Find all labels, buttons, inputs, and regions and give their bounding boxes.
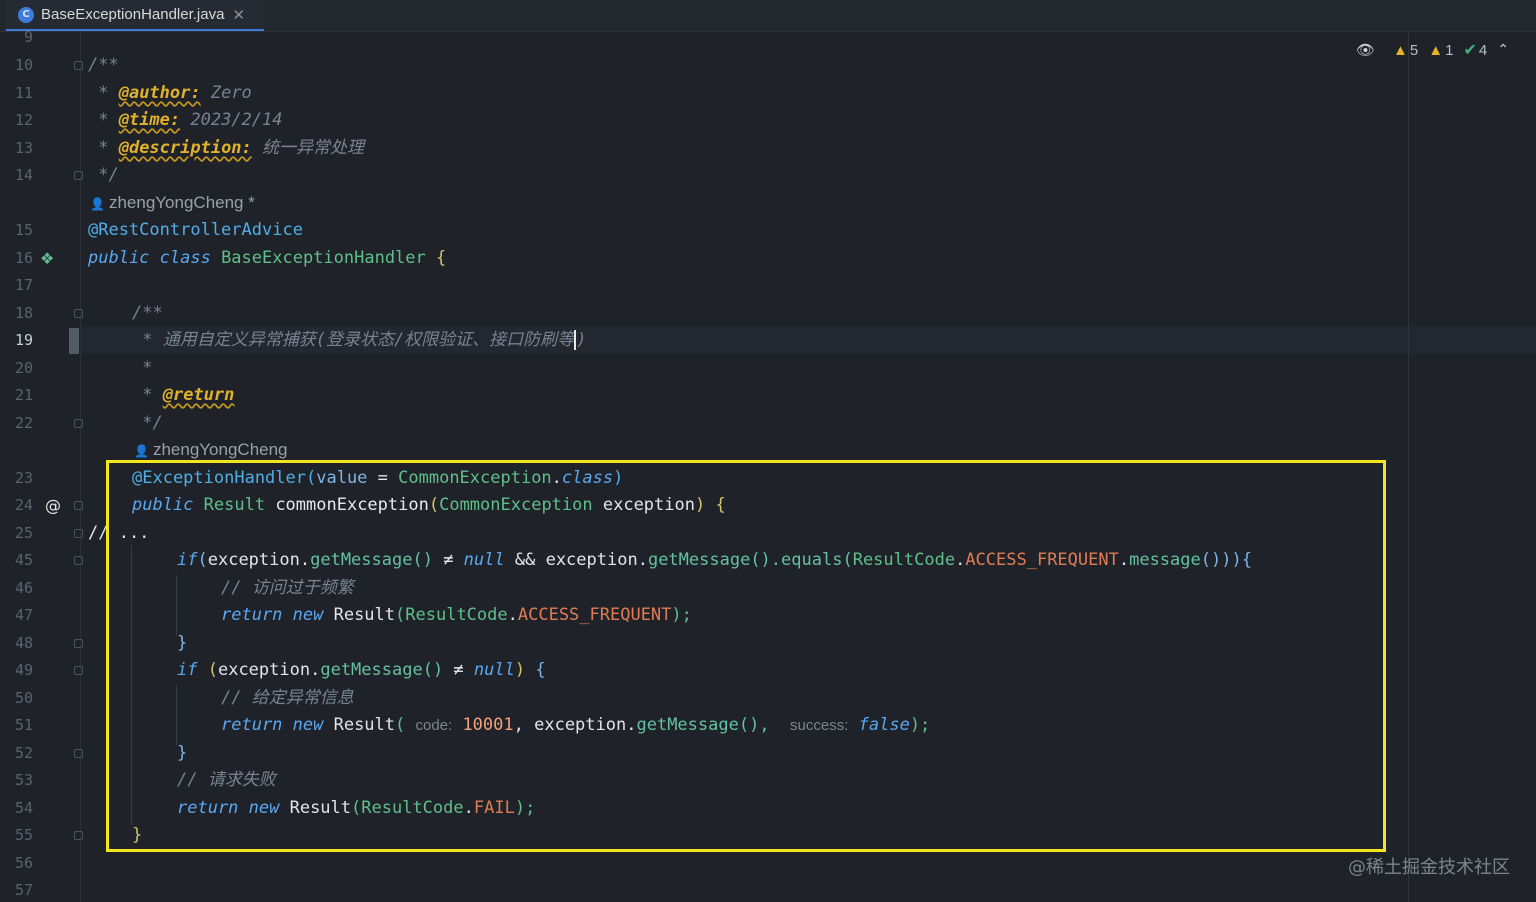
line-number: 15 — [14, 221, 33, 239]
line-number: 48 — [14, 634, 33, 652]
line-number: 55 — [14, 826, 33, 844]
line-number: 10 — [14, 56, 33, 74]
line-number: 50 — [14, 689, 33, 707]
line-number: 17 — [14, 276, 33, 294]
fold-marker-icon[interactable] — [74, 831, 83, 840]
line-number: 18 — [14, 304, 33, 322]
warning-icon: ▲ — [1393, 41, 1408, 59]
spring-bean-icon[interactable]: ❖ — [40, 249, 54, 268]
class-author-hint[interactable]: 👤 zhengYongCheng * — [90, 192, 255, 214]
fold-marker-icon[interactable] — [74, 419, 83, 428]
line-number: 12 — [14, 111, 33, 129]
code-line-12[interactable]: * @time: 2023/2/14 — [88, 108, 282, 132]
line-number: 25 — [14, 524, 33, 542]
fold-marker-icon[interactable] — [74, 61, 83, 70]
fold-marker-icon[interactable] — [74, 666, 83, 675]
line-number: 46 — [14, 579, 33, 597]
typos-counter[interactable]: ✔ 4 — [1463, 40, 1487, 60]
line-number: 21 — [14, 386, 33, 404]
line-number: 56 — [14, 854, 33, 872]
tab-base-exception-handler[interactable]: C BaseExceptionHandler.java ✕ — [6, 0, 264, 31]
fold-marker-icon[interactable] — [74, 171, 83, 180]
watermark: @稀土掘金技术社区 — [1348, 857, 1510, 878]
code-line-15[interactable]: @RestControllerAdvice — [88, 218, 303, 242]
method-author-hint[interactable]: 👤 zhengYongCheng — [134, 439, 288, 461]
fold-marker-icon[interactable] — [74, 556, 83, 565]
code-line-22[interactable]: */ — [132, 411, 162, 435]
reader-mode-icon[interactable]: 👁 — [1356, 41, 1375, 59]
java-class-icon: C — [18, 6, 34, 23]
code-line-10[interactable]: /** — [88, 53, 119, 77]
line-number: 57 — [14, 881, 33, 899]
line-number: 23 — [14, 469, 33, 487]
code-line-18[interactable]: /** — [132, 301, 163, 325]
fold-marker-icon[interactable] — [74, 309, 83, 318]
close-icon[interactable]: ✕ — [232, 6, 245, 24]
line-number: 53 — [14, 771, 33, 789]
line-number: 11 — [14, 84, 33, 102]
fold-marker-icon[interactable] — [74, 501, 83, 510]
chevron-up-icon[interactable]: ⌃ — [1497, 42, 1509, 58]
line-number: 9 — [23, 28, 33, 46]
tab-title: BaseExceptionHandler.java — [41, 6, 225, 23]
line-number: 52 — [14, 744, 33, 762]
line-number: 16 — [14, 249, 33, 267]
line-number: 54 — [14, 799, 33, 817]
code-line-11[interactable]: * @author: Zero — [88, 81, 252, 105]
line-number-current: 19 — [14, 331, 33, 349]
editor-tab-bar: C BaseExceptionHandler.java ✕ — [0, 0, 1536, 32]
line-number: 24 — [14, 496, 33, 514]
inspection-widget: 👁 ▲ 5 ▲ 1 ✔ 4 ⌃ — [1356, 40, 1509, 60]
fold-marker-icon[interactable] — [74, 749, 83, 758]
line-number: 13 — [14, 139, 33, 157]
right-margin-guide — [1408, 32, 1409, 902]
highlight-annotation-box — [106, 460, 1386, 852]
line-number: 45 — [14, 551, 33, 569]
line-number: 22 — [14, 414, 33, 432]
code-line-13[interactable]: * @description: 统一异常处理 — [88, 136, 364, 160]
code-line-20[interactable]: * — [132, 356, 152, 380]
code-line-19[interactable]: * 通用自定义异常捕获(登录状态/权限验证、接口防刷等) — [132, 328, 586, 352]
weak-warning-icon: ▲ — [1428, 41, 1444, 59]
line-number: 20 — [14, 359, 33, 377]
user-icon: 👤 — [90, 197, 105, 211]
code-line-21[interactable]: * @return — [132, 383, 234, 407]
line-number: 14 — [14, 166, 33, 184]
warnings-counter[interactable]: ▲ 5 — [1393, 42, 1418, 59]
check-icon: ✔ — [1463, 42, 1477, 59]
fold-marker-icon[interactable] — [74, 529, 83, 538]
line-number: 47 — [14, 606, 33, 624]
line-number: 49 — [14, 661, 33, 679]
code-line-14[interactable]: */ — [88, 163, 118, 187]
annotation-marker-icon[interactable]: @ — [45, 496, 61, 515]
line-number: 51 — [14, 716, 33, 734]
user-icon: 👤 — [134, 444, 149, 458]
weak-warnings-counter[interactable]: ▲ 1 — [1428, 42, 1453, 59]
fold-marker-icon[interactable] — [74, 639, 83, 648]
code-line-16[interactable]: public class BaseExceptionHandler { — [88, 246, 446, 270]
